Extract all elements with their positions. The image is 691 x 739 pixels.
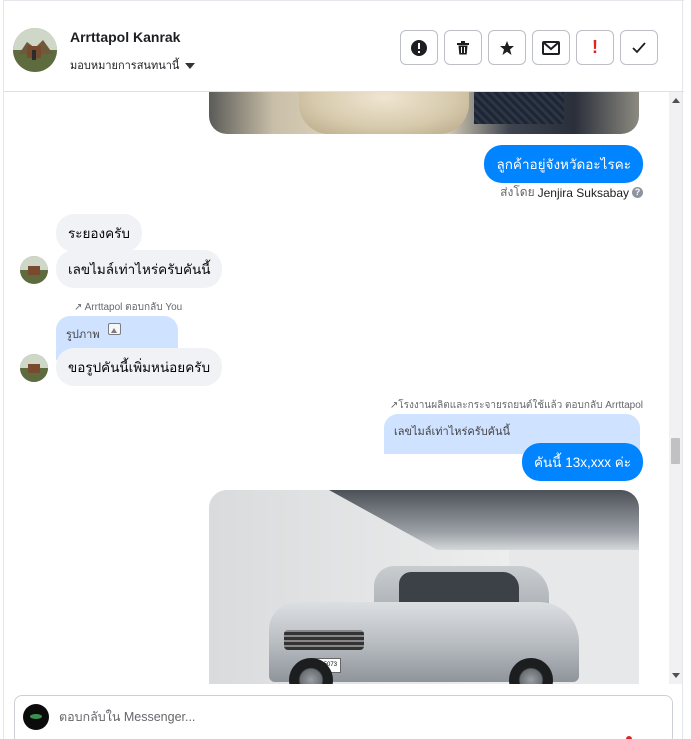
- assign-label: มอบหมายการสนทนานี้: [70, 60, 180, 72]
- outgoing-message[interactable]: ลูกค้าอยู่จังหวัดอะไรคะ: [484, 145, 643, 183]
- page-avatar: [23, 704, 49, 730]
- reply-indicator: ↗โรงงานผลิตและกระจายรถยนต์ใช้แล้ว ตอบกลั…: [389, 400, 643, 411]
- message-thread[interactable]: ลูกค้าอยู่จังหวัดอะไรคะ ส่งโดย Jenjira S…: [4, 92, 671, 684]
- header-actions: !: [400, 30, 658, 65]
- scroll-thumb[interactable]: [671, 438, 680, 464]
- star-icon: [500, 40, 514, 55]
- contact-avatar-small: [20, 354, 48, 382]
- chevron-down-icon: [185, 62, 196, 69]
- outgoing-message[interactable]: คันนี้ 13x,xxx ค่ะ: [521, 443, 643, 481]
- check-icon: [632, 41, 646, 53]
- sent-by-name: Jenjira Suksabay: [537, 185, 629, 200]
- incoming-message[interactable]: ขอรูปคันนี้เพิ่มหน่อยครับ: [56, 348, 223, 386]
- quoted-text: รูปภาพ: [66, 329, 100, 341]
- star-button[interactable]: [488, 30, 526, 65]
- conversation-window: Arrttapol Kanrak มอบหมายการสนทนานี้ ! ลู…: [3, 0, 684, 739]
- reply-meta-text: Arrttapol ตอบกลับ You: [84, 302, 183, 313]
- delete-button[interactable]: [444, 30, 482, 65]
- mark-done-button[interactable]: [620, 30, 658, 65]
- scroll-up-arrow-icon[interactable]: [672, 98, 680, 103]
- exclamation-icon: !: [592, 37, 598, 57]
- shared-photo-interior[interactable]: [209, 92, 639, 134]
- contact-name[interactable]: Arrttapol Kanrak: [70, 29, 180, 45]
- shared-photo-car[interactable]: กจ 5073: [209, 490, 639, 684]
- spam-button[interactable]: !: [576, 30, 614, 65]
- report-button[interactable]: [400, 30, 438, 65]
- thread-scrollbar[interactable]: [669, 92, 682, 684]
- contact-avatar-small: [20, 256, 48, 284]
- assign-conversation-dropdown[interactable]: มอบหมายการสนทนานี้: [70, 56, 196, 74]
- sent-by-prefix: ส่งโดย: [500, 185, 535, 199]
- mark-unread-button[interactable]: [532, 30, 570, 65]
- alert-circle-icon: [411, 39, 427, 56]
- reply-input[interactable]: [59, 705, 619, 729]
- scroll-down-arrow-icon[interactable]: [672, 673, 680, 678]
- reply-meta-text: โรงงานผลิตและกระจายรถยนต์ใช้แล้ว ตอบกลับ…: [398, 400, 643, 411]
- trash-icon: [457, 40, 469, 54]
- conversation-header: Arrttapol Kanrak มอบหมายการสนทนานี้ !: [4, 0, 684, 92]
- photo-seat: [299, 92, 469, 134]
- contact-avatar[interactable]: [13, 28, 57, 72]
- photo-floor-mat: [474, 92, 564, 124]
- photo-car-window: [399, 572, 519, 606]
- incoming-message[interactable]: เลขไมล์เท่าไหร่ครับคันนี้: [56, 250, 223, 288]
- incoming-message[interactable]: ระยองครับ: [56, 214, 142, 252]
- reply-composer: [14, 695, 673, 739]
- help-icon[interactable]: ?: [632, 187, 643, 198]
- reply-indicator: ↗ Arrttapol ตอบกลับ You: [74, 302, 183, 313]
- sent-by-label: ส่งโดย Jenjira Suksabay ?: [500, 183, 643, 202]
- photo-car-grille: [284, 630, 364, 650]
- image-icon: [107, 323, 121, 335]
- mail-icon: [542, 40, 560, 55]
